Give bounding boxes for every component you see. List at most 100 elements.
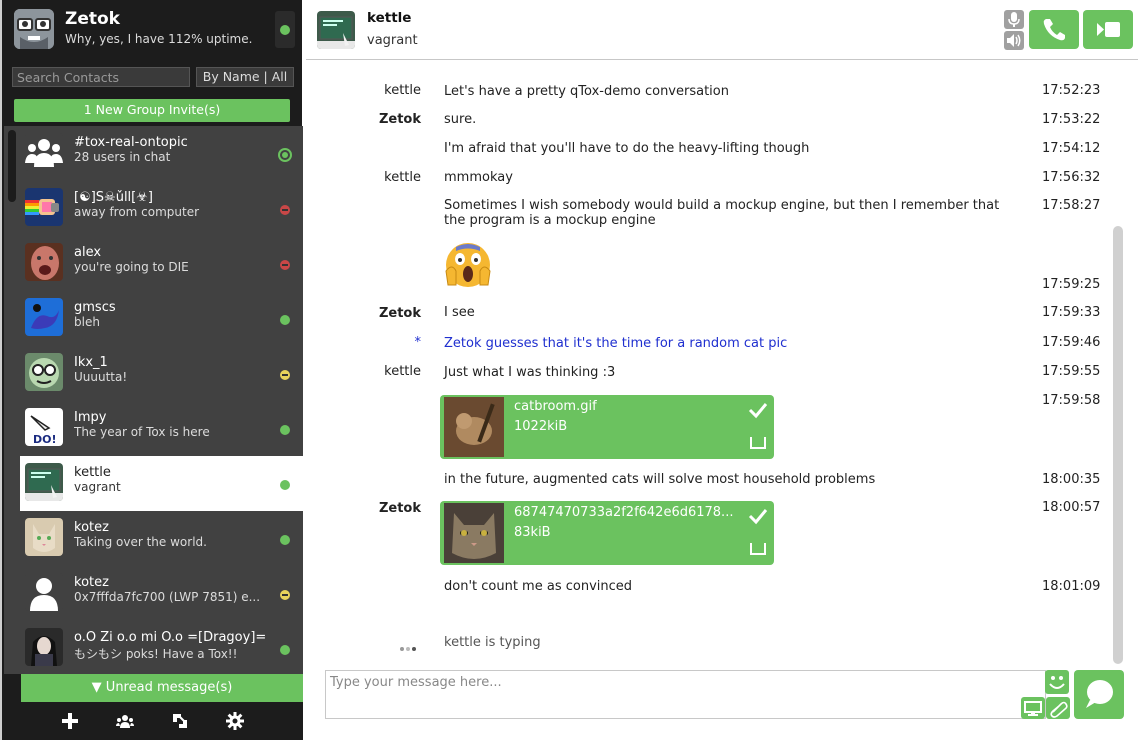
contact-item[interactable]: #tox-real-ontopic 28 users in chat bbox=[20, 126, 303, 181]
file-size: 83kiB bbox=[514, 525, 551, 540]
message-area: kettle Let's have a pretty qTox-demo con… bbox=[306, 61, 1138, 664]
open-folder-icon[interactable] bbox=[750, 437, 766, 449]
message-author[interactable]: Zetok bbox=[379, 306, 421, 321]
contact-list: #tox-real-ontopic 28 users in chat [☯]S☠… bbox=[4, 126, 303, 674]
contact-item[interactable]: kotez 0x7fffda7fc700 (LWP 7851) e... bbox=[20, 566, 303, 621]
message-time: 17:53:22 bbox=[1042, 112, 1101, 127]
message-text: Just what I was thinking :3 bbox=[444, 365, 616, 380]
sidebar-bottom-bar bbox=[4, 702, 303, 740]
message-time: 17:59:25 bbox=[1042, 277, 1101, 292]
message-text: I see bbox=[444, 305, 475, 320]
contact-avatar: DO! bbox=[25, 408, 63, 446]
contact-item[interactable]: Ikx_1 Uuuutta! bbox=[20, 346, 303, 401]
online-status-icon bbox=[280, 315, 290, 325]
self-name[interactable]: Zetok bbox=[65, 9, 120, 29]
contact-status: 28 users in chat bbox=[74, 150, 171, 164]
message-time: 17:59:46 bbox=[1042, 335, 1101, 350]
contact-item-active[interactable]: kettle vagrant bbox=[20, 456, 303, 511]
transfers-icon[interactable] bbox=[171, 712, 189, 730]
sort-filter-button[interactable]: By Name | All bbox=[196, 67, 294, 87]
message-text: Let's have a pretty qTox-demo conversati… bbox=[444, 84, 729, 99]
file-transfer[interactable]: catbroom.gif 1022kiB bbox=[440, 395, 774, 459]
peer-status: vagrant bbox=[367, 33, 418, 48]
contact-item[interactable]: o.O Zi o.o mi O.o =[Dragoy]= もシもシ poks! … bbox=[20, 621, 303, 674]
message-text: mmmokay bbox=[444, 170, 513, 185]
screenshot-button[interactable] bbox=[1021, 697, 1045, 719]
contact-item[interactable]: kotez Taking over the world. bbox=[20, 511, 303, 566]
face-screaming-emoji bbox=[444, 241, 492, 289]
audio-call-button[interactable] bbox=[1029, 10, 1079, 49]
message-input[interactable] bbox=[325, 670, 1046, 719]
contact-name: gmscs bbox=[74, 300, 116, 315]
unread-messages-button[interactable]: ▼ Unread message(s) bbox=[21, 674, 303, 702]
message-time: 17:56:32 bbox=[1042, 170, 1101, 185]
message-author[interactable]: kettle bbox=[384, 364, 421, 379]
online-status-icon bbox=[280, 25, 290, 35]
message-time: 17:59:58 bbox=[1042, 393, 1101, 408]
file-thumbnail[interactable] bbox=[444, 503, 504, 563]
message-time: 18:01:09 bbox=[1042, 579, 1101, 594]
group-status-icon bbox=[278, 148, 292, 162]
attach-file-button[interactable] bbox=[1046, 697, 1070, 719]
typing-indicator-icon bbox=[400, 641, 416, 651]
contact-status: bleh bbox=[74, 315, 100, 329]
message-scrollbar[interactable] bbox=[1113, 226, 1123, 664]
message-time: 17:54:12 bbox=[1042, 141, 1101, 156]
volume-icon[interactable] bbox=[1004, 31, 1024, 50]
contact-item[interactable]: DO! Impy The year of Tox is here bbox=[20, 401, 303, 456]
online-status-icon bbox=[280, 535, 290, 545]
settings-icon[interactable] bbox=[226, 712, 244, 730]
group-invite-button[interactable]: 1 New Group Invite(s) bbox=[14, 99, 290, 122]
message-time: 17:58:27 bbox=[1042, 198, 1101, 213]
contact-status: 0x7fffda7fc700 (LWP 7851) e... bbox=[74, 590, 261, 604]
contact-name: Ikx_1 bbox=[74, 355, 108, 370]
message-time: 18:00:35 bbox=[1042, 472, 1101, 487]
away-status-icon bbox=[280, 370, 290, 380]
message-time: 18:00:57 bbox=[1042, 500, 1101, 515]
chat-header: kettle vagrant bbox=[306, 0, 1138, 60]
add-icon[interactable] bbox=[61, 712, 79, 730]
file-thumbnail[interactable] bbox=[444, 397, 504, 457]
action-marker: * bbox=[414, 335, 422, 350]
contact-item[interactable]: [☯]S☠ǔll[☣] away from computer bbox=[20, 181, 303, 236]
contact-item[interactable]: alex you're going to DIE bbox=[20, 236, 303, 291]
contact-name: alex bbox=[74, 245, 102, 260]
message-text: in the future, augmented cats will solve… bbox=[444, 472, 876, 487]
open-folder-icon[interactable] bbox=[750, 543, 766, 555]
contact-status: もシもシ poks! Have a Tox!! bbox=[74, 647, 238, 661]
contact-list-scrollbar[interactable] bbox=[8, 130, 16, 202]
checkmark-icon bbox=[748, 506, 768, 526]
smiley-icon bbox=[1049, 676, 1065, 689]
message-author[interactable]: Zetok bbox=[379, 501, 421, 516]
self-avatar[interactable] bbox=[14, 9, 54, 49]
message-time: 17:59:55 bbox=[1042, 364, 1101, 379]
groups-icon[interactable] bbox=[116, 712, 134, 730]
contact-status: you're going to DIE bbox=[74, 260, 189, 274]
contact-avatar bbox=[25, 628, 63, 666]
emoji-button[interactable] bbox=[1045, 670, 1069, 694]
away-status-icon bbox=[280, 590, 290, 600]
message-text: I'm afraid that you'll have to do the he… bbox=[444, 141, 810, 156]
svg-text:DO!: DO! bbox=[33, 433, 57, 446]
typing-text: kettle is typing bbox=[444, 635, 541, 650]
contact-avatar bbox=[25, 298, 63, 336]
send-message-button[interactable] bbox=[1074, 670, 1124, 719]
message-author[interactable]: kettle bbox=[384, 83, 421, 98]
file-transfer[interactable]: 68747470733a2f2f642e6d6178... 83kiB bbox=[440, 501, 774, 565]
peer-avatar[interactable] bbox=[317, 11, 355, 49]
message-author[interactable]: Zetok bbox=[379, 112, 421, 127]
video-camera-icon bbox=[1097, 22, 1120, 37]
microphone-icon[interactable] bbox=[1004, 10, 1024, 29]
checkmark-icon bbox=[748, 400, 768, 420]
search-contacts-input[interactable] bbox=[12, 67, 190, 87]
contact-name: kotez bbox=[74, 520, 109, 535]
contact-item[interactable]: gmscs bleh bbox=[20, 291, 303, 346]
video-call-button[interactable] bbox=[1083, 10, 1133, 49]
self-status-message[interactable]: Why, yes, I have 112% uptime. bbox=[65, 32, 252, 46]
contact-name: #tox-real-ontopic bbox=[74, 135, 188, 150]
message-author[interactable]: kettle bbox=[384, 170, 421, 185]
peer-name: kettle bbox=[367, 10, 412, 26]
self-status-button[interactable] bbox=[275, 11, 295, 48]
file-size: 1022kiB bbox=[514, 419, 568, 434]
contact-avatar bbox=[25, 518, 63, 556]
